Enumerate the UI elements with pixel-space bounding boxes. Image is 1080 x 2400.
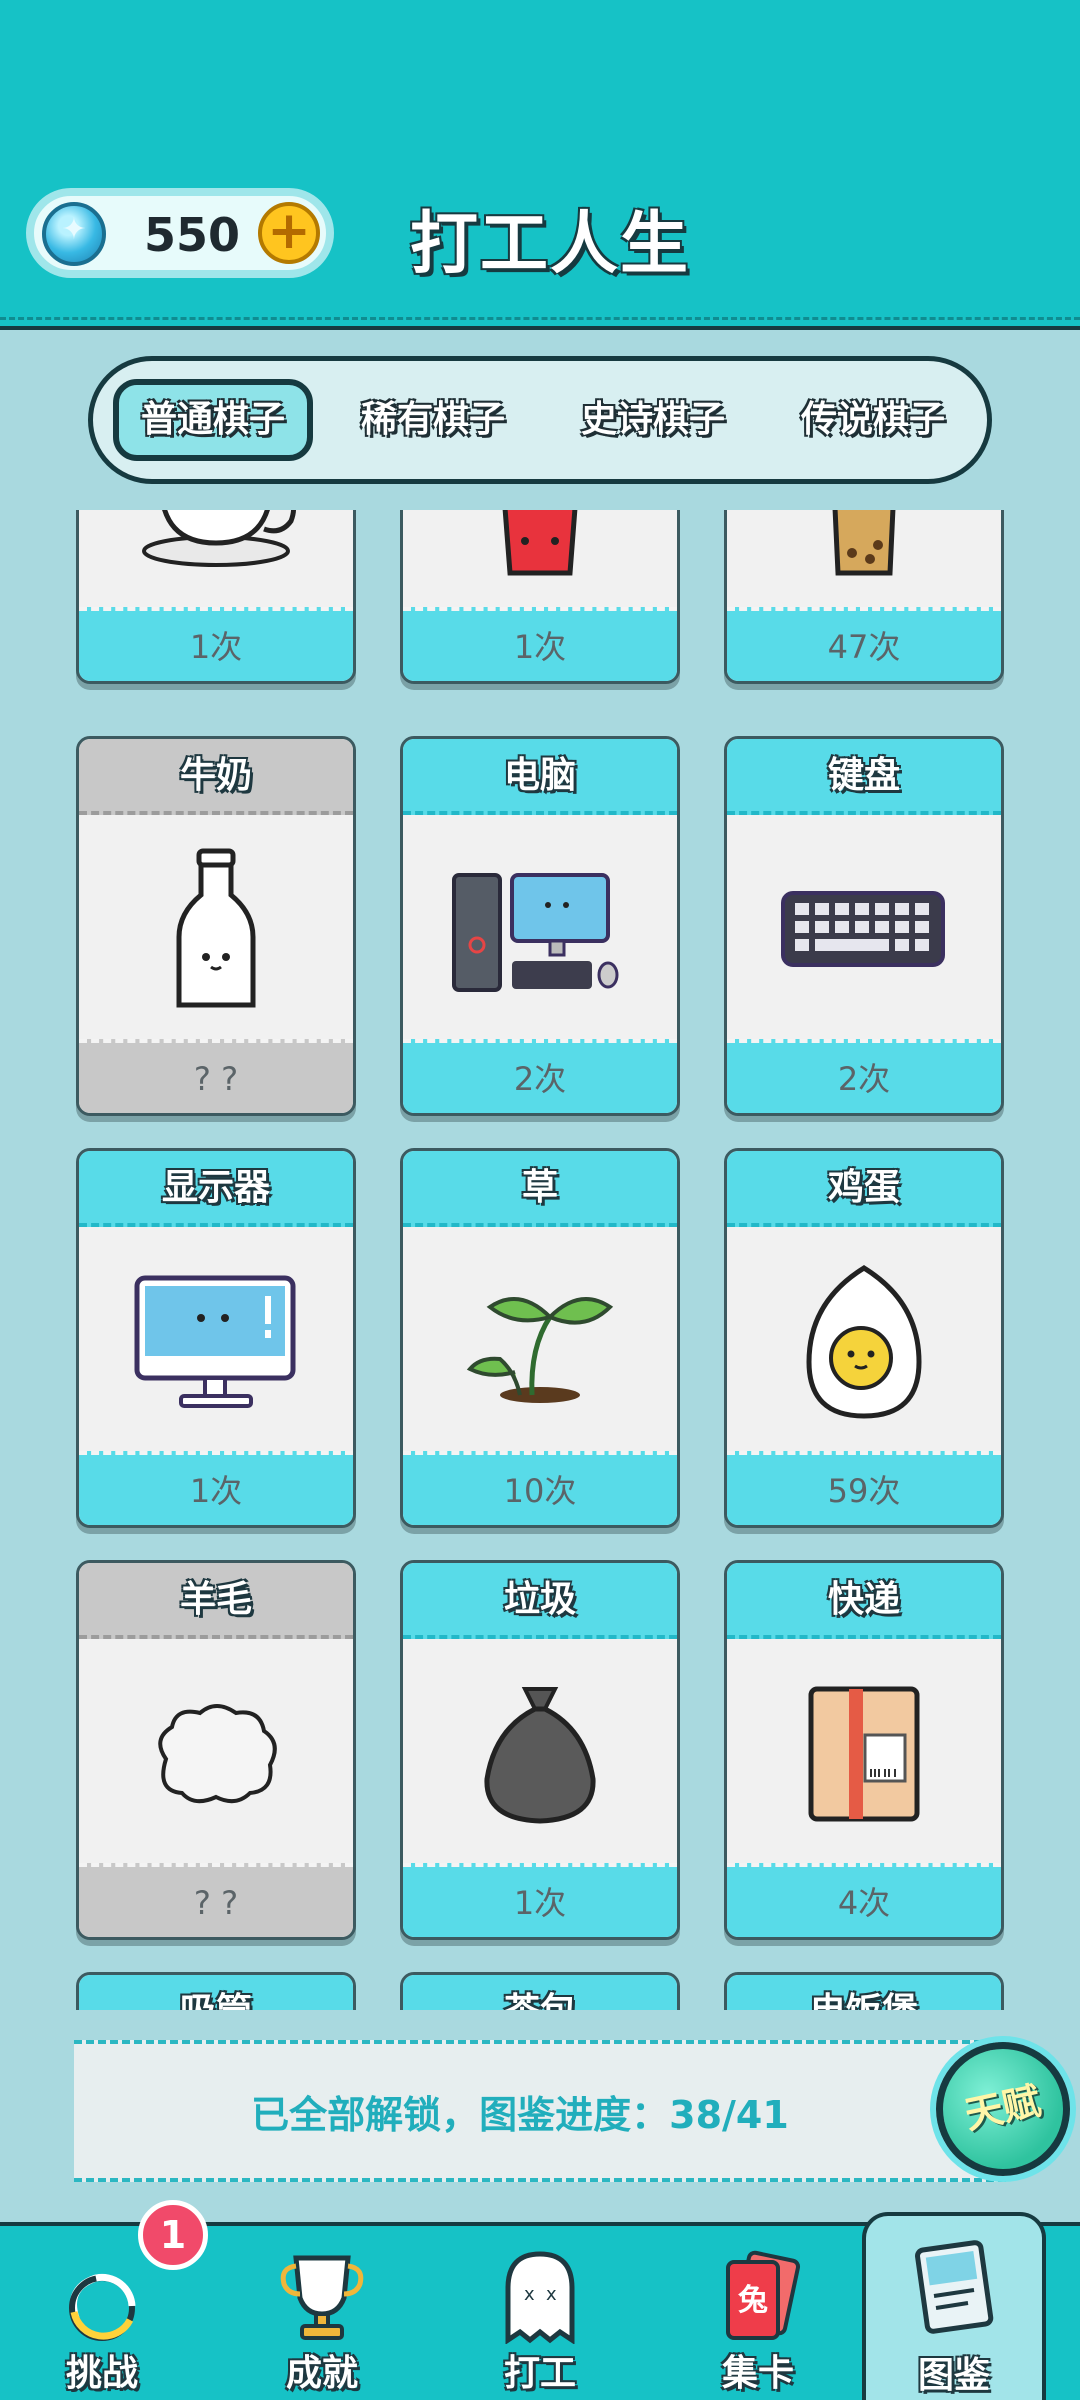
notification-badge: 1	[138, 2200, 208, 2270]
card-count: 10次	[403, 1451, 677, 1525]
card-red-cup[interactable]: 1次	[400, 510, 680, 684]
card-name: 显示器	[79, 1151, 353, 1227]
card-count: 4次	[727, 1863, 1001, 1937]
card-keyboard[interactable]: 键盘 2次	[724, 736, 1004, 1116]
card-count: 2次	[727, 1039, 1001, 1113]
book-icon	[915, 2240, 994, 2334]
card-count: ? ?	[79, 1863, 353, 1937]
add-gems-button[interactable]: +	[258, 202, 320, 264]
trophy-icon	[280, 2255, 364, 2340]
computer-icon	[403, 819, 677, 1041]
card-name: 电脑	[403, 739, 677, 815]
gem-balance[interactable]: 550 +	[26, 188, 334, 278]
egg-icon	[727, 1231, 1001, 1453]
page-title: 打工人生	[410, 205, 691, 284]
wool-icon	[79, 1643, 353, 1865]
card-name: 羊毛	[79, 1563, 353, 1639]
card-name: 鸡蛋	[727, 1151, 1001, 1227]
tab-common[interactable]: 普通棋子	[113, 379, 313, 461]
cards-icon: 兔	[726, 2250, 801, 2340]
nav-card-collection[interactable]: 兔 集卡	[668, 2226, 848, 2400]
card-tea-bag[interactable]: 茶包	[400, 1972, 680, 2010]
card-name: 快递	[727, 1563, 1001, 1639]
gem-icon	[42, 202, 106, 266]
card-name: 吸管	[79, 1975, 353, 2010]
sprout-icon	[403, 1231, 677, 1453]
collection-progress-text: 已全部解锁，图鉴进度：38/41	[251, 2093, 789, 2137]
tab-epic[interactable]: 史诗棋子	[553, 379, 753, 461]
nav-work[interactable]: x x 打工	[450, 2226, 630, 2400]
card-count: 1次	[79, 607, 353, 681]
card-name: 电饭煲	[727, 1975, 1001, 2010]
trash-bag-icon	[403, 1643, 677, 1865]
ghost-icon: x x	[505, 2251, 575, 2344]
card-count: 47次	[727, 607, 1001, 681]
card-name: 键盘	[727, 739, 1001, 815]
collection-grid[interactable]: 1次 1次 47次 牛奶 ? ? 电脑 2次 键盘 2次 显示器 1次 草 10…	[0, 510, 1080, 2010]
monitor-icon	[79, 1231, 353, 1453]
nav-label: 打工	[503, 2353, 576, 2394]
svg-text:x: x	[524, 2284, 535, 2305]
nav-challenge[interactable]: 1 挑战	[12, 2200, 208, 2400]
card-count: 1次	[79, 1451, 353, 1525]
card-monitor[interactable]: 显示器 1次	[76, 1148, 356, 1528]
card-milk-tea[interactable]: 47次	[724, 510, 1004, 684]
card-egg[interactable]: 鸡蛋 59次	[724, 1148, 1004, 1528]
card-rice-cooker[interactable]: 电饭煲	[724, 1972, 1004, 2010]
nav-label: 集卡	[721, 2353, 794, 2394]
nav-collection-book[interactable]: 图鉴	[862, 2212, 1046, 2400]
nav-label: 成就	[285, 2353, 358, 2394]
card-count: 1次	[403, 1863, 677, 1937]
card-straw[interactable]: 吸管	[76, 1972, 356, 2010]
card-name: 茶包	[403, 1975, 677, 2010]
card-count: 59次	[727, 1451, 1001, 1525]
card-count: ? ?	[79, 1039, 353, 1113]
keyboard-icon	[727, 819, 1001, 1041]
tab-rare[interactable]: 稀有棋子	[333, 379, 533, 461]
challenge-icon	[69, 2273, 136, 2341]
card-computer[interactable]: 电脑 2次	[400, 736, 680, 1116]
card-wool[interactable]: 羊毛 ? ?	[76, 1560, 356, 1940]
coffee-cup-icon	[79, 510, 353, 609]
svg-text:x: x	[546, 2284, 557, 2305]
collection-progress-bar: 已全部解锁，图鉴进度：38/41	[74, 2040, 1006, 2182]
parcel-icon	[727, 1643, 1001, 1865]
card-coffee[interactable]: 1次	[76, 510, 356, 684]
svg-text:兔: 兔	[738, 2283, 768, 2318]
card-parcel[interactable]: 快递 4次	[724, 1560, 1004, 1940]
rarity-tabs: 普通棋子 稀有棋子 史诗棋子 传说棋子	[88, 356, 992, 484]
card-name: 草	[403, 1151, 677, 1227]
red-cup-icon	[403, 510, 677, 609]
nav-label: 挑战	[65, 2353, 138, 2394]
card-count: 2次	[403, 1039, 677, 1113]
card-milk[interactable]: 牛奶 ? ?	[76, 736, 356, 1116]
nav-achievements[interactable]: 成就	[232, 2226, 412, 2400]
tab-legendary[interactable]: 传说棋子	[773, 379, 973, 461]
card-grass[interactable]: 草 10次	[400, 1148, 680, 1528]
gem-count: 550	[144, 208, 241, 262]
nav-label: 图鉴	[917, 2355, 990, 2396]
card-name: 牛奶	[79, 739, 353, 815]
card-count: 1次	[403, 607, 677, 681]
card-trash[interactable]: 垃圾 1次	[400, 1560, 680, 1940]
card-name: 垃圾	[403, 1563, 677, 1639]
header: 550 + 打工人生	[0, 0, 1080, 330]
milk-tea-icon	[727, 510, 1001, 609]
milk-bottle-icon	[79, 819, 353, 1041]
bottom-nav: 1 挑战 成就 x x 打工 兔 集卡 图鉴	[0, 2200, 1080, 2400]
